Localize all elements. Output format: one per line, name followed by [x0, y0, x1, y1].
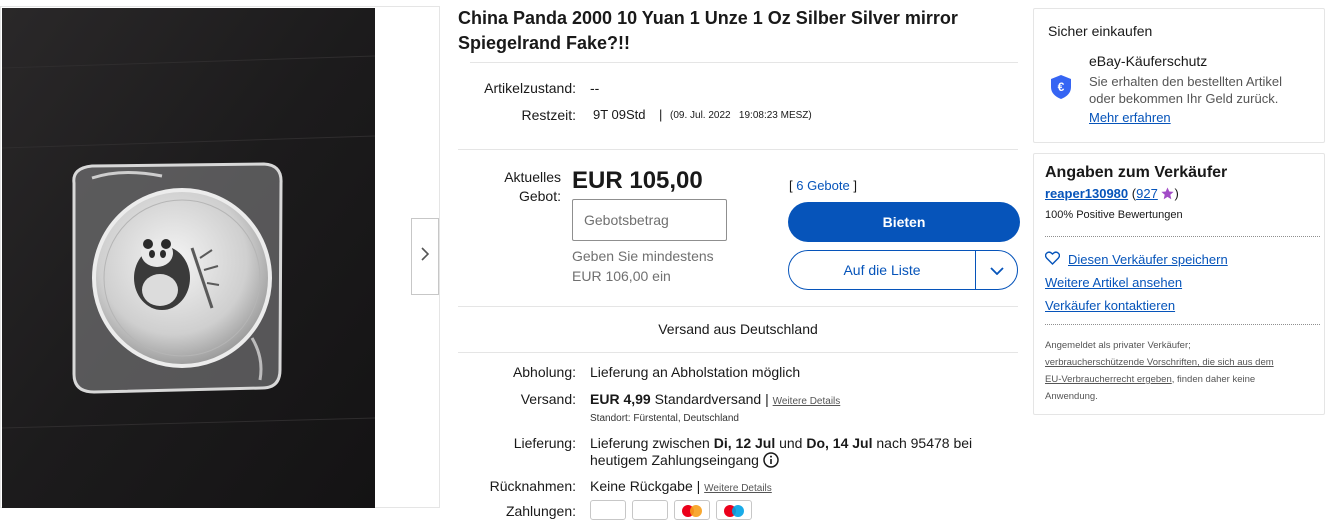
delivery-text: Lieferung zwischen: [590, 435, 710, 451]
note-text: , finden daher keine: [1171, 374, 1256, 385]
item-title: China Panda 2000 10 Yuan 1 Unze 1 Oz Sil…: [458, 8, 958, 53]
pickup-value: Lieferung an Abholstation möglich: [590, 364, 801, 380]
dotted-divider: [1045, 236, 1320, 237]
divider: [470, 62, 1018, 63]
bid-count-bracket: ]: [853, 178, 857, 193]
more-items-link[interactable]: Weitere Artikel ansehen: [1045, 275, 1182, 290]
delivery-date-end: Do, 14 Jul: [806, 435, 873, 451]
condition-label: Artikelzustand:: [484, 80, 576, 96]
mastercard-icon: [674, 500, 710, 520]
chevron-down-icon: [989, 262, 1004, 278]
delivery-date-start: Di, 12 Jul: [713, 435, 776, 451]
seller-heading: Angaben zum Verkäufer: [1045, 164, 1228, 181]
private-seller-note: Angemeldet als privater Verkäufer; verbr…: [1045, 337, 1315, 405]
shield-euro-icon: €: [1049, 74, 1073, 105]
learn-more-link[interactable]: Mehr erfahren: [1089, 110, 1171, 125]
divider: [458, 352, 1018, 353]
seller-score-link[interactable]: 927: [1136, 186, 1158, 201]
ships-from: Versand aus Deutschland: [658, 321, 818, 337]
delivery-text: und: [779, 435, 803, 451]
delivery-text: nach 95478 bei: [876, 435, 973, 451]
eu-law-link[interactable]: EU-Verbraucherrecht ergeben: [1045, 374, 1172, 385]
paypal-icon: [590, 500, 626, 520]
googlepay-icon: [632, 500, 668, 520]
maestro-icon: [716, 500, 752, 520]
chevron-right-icon: [420, 246, 430, 267]
divider: [458, 149, 1018, 150]
protection-text-line1: Sie erhalten den bestellten Artikel: [1089, 74, 1282, 89]
bid-count: [ 6 Gebote ]: [789, 178, 857, 193]
delivery-label: Lieferung:: [513, 435, 576, 451]
minimum-bid-hint-line2: EUR 106,00 ein: [572, 268, 671, 284]
time-left-value: 9T 09Std: [593, 107, 646, 122]
watchlist-dropdown[interactable]: [976, 262, 1017, 278]
next-image-button[interactable]: [411, 218, 439, 295]
time-left-label: Restzeit:: [521, 107, 576, 123]
payment-label: Zahlungen:: [505, 503, 576, 519]
shipping-cost: EUR 4,99 Standardversand | Weitere Detai…: [590, 391, 840, 407]
minimum-bid-hint-line1: Geben Sie mindestens: [572, 248, 714, 264]
pickup-label: Abholung:: [512, 364, 576, 380]
current-price: EUR 105,00: [572, 167, 703, 194]
current-bid-label-line2: Gebot:: [518, 188, 561, 204]
time-separator: |: [659, 107, 663, 122]
returns-value: Keine Rückgabe | Weitere Details: [590, 478, 772, 494]
save-seller-link[interactable]: Diesen Verkäufer speichern: [1068, 252, 1228, 267]
watchlist-button-label: Auf die Liste: [843, 262, 921, 278]
svg-text:€: €: [1058, 80, 1065, 94]
returns-policy: Keine Rückgabe |: [590, 478, 701, 494]
info-icon[interactable]: [763, 452, 779, 472]
divider: [458, 306, 1018, 307]
condition-value: --: [590, 80, 600, 96]
minimum-bid-hint: Geben Sie mindestens EUR 106,00 ein: [572, 246, 714, 286]
bid-count-bracket: [: [789, 178, 793, 193]
item-location: Standort: Fürstental, Deutschland: [590, 413, 739, 424]
end-time: (09. Jul. 2022 19:08:23 MESZ): [670, 110, 812, 121]
shipping-type: Standardversand |: [654, 391, 769, 407]
seller-feedback: 100% Positive Bewertungen: [1045, 209, 1183, 221]
bid-history-link[interactable]: 6 Gebote: [796, 178, 850, 193]
seller-identity: reaper130980 (927 ): [1045, 186, 1179, 203]
watchlist-button[interactable]: Auf die Liste: [788, 250, 1018, 290]
shipping-label: Versand:: [520, 391, 576, 407]
protection-title: eBay-Käuferschutz: [1089, 53, 1208, 69]
returns-details-link[interactable]: Weitere Details: [704, 483, 772, 494]
delivery-text: heutigem Zahlungseingang: [590, 452, 759, 468]
delivery-estimate: Lieferung zwischen Di, 12 Jul und Do, 14…: [590, 435, 1010, 472]
bid-amount-input[interactable]: [572, 199, 727, 241]
star-icon: [1161, 187, 1175, 203]
current-bid-label-line1: Aktuelles: [504, 169, 561, 185]
contact-seller-link[interactable]: Verkäufer kontaktieren: [1045, 298, 1175, 313]
current-bid-label: Aktuelles Gebot:: [470, 168, 561, 206]
protection-heading: Sicher einkaufen: [1048, 23, 1153, 39]
protection-text-line2: oder bekommen Ihr Geld zurück.: [1089, 91, 1279, 106]
returns-label: Rücknahmen:: [489, 478, 576, 494]
protection-text: Sie erhalten den bestellten Artikel oder…: [1089, 73, 1282, 107]
seller-name-link[interactable]: reaper130980: [1045, 186, 1128, 201]
dotted-divider: [1045, 324, 1320, 325]
item-photo[interactable]: [2, 8, 375, 508]
place-bid-button[interactable]: Bieten: [788, 202, 1020, 242]
note-text: Angemeldet als privater Verkäufer;: [1045, 340, 1191, 351]
heart-icon: [1044, 251, 1061, 268]
note-text: Anwendung.: [1045, 391, 1098, 402]
save-seller-row[interactable]: Diesen Verkäufer speichern: [1044, 251, 1228, 268]
consumer-law-link[interactable]: verbraucherschützende Vorschriften, die …: [1045, 357, 1274, 368]
shipping-details-link[interactable]: Weitere Details: [773, 396, 841, 407]
seller-score-bracket: ): [1174, 186, 1179, 201]
shipping-price: EUR 4,99: [590, 391, 651, 407]
